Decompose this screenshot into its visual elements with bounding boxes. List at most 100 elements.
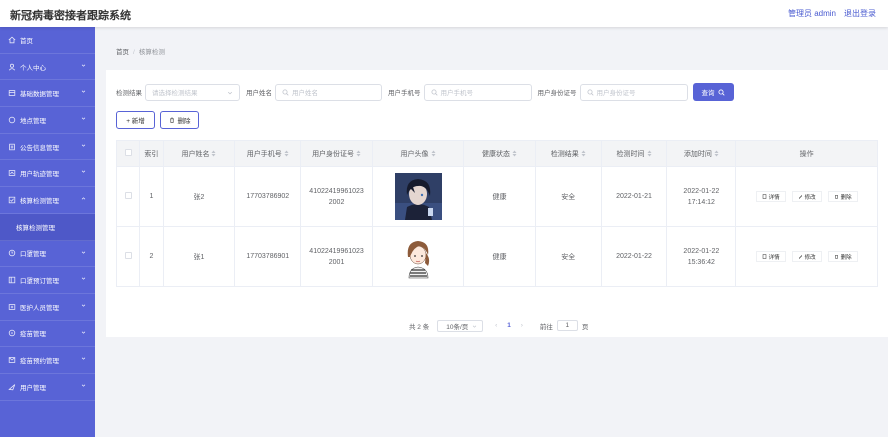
sidebar-item-mask-order[interactable]: 口罩预订管理 (0, 267, 95, 294)
chevron-down-icon (81, 277, 86, 280)
detail-button[interactable]: 详情 (755, 191, 786, 202)
test-icon (8, 196, 16, 204)
name-cell: 张1 (162, 226, 236, 287)
add-button[interactable]: + 新增 (116, 111, 155, 129)
sidebar-item-test-management[interactable]: 核算检测管理 (0, 187, 95, 214)
sidebar-item-label: 核算检测管理 (20, 197, 59, 205)
batch-delete-label: 删除 (177, 118, 191, 125)
chevron-up-icon (81, 197, 86, 200)
sort-icon[interactable] (211, 150, 216, 157)
column-header-label: 检测结果 (550, 150, 579, 158)
column-header-label: 操作 (799, 150, 814, 158)
column-header-label: 用户手机号 (246, 150, 282, 158)
sidebar-item-track[interactable]: 用户轨迹管理 (0, 160, 95, 188)
column-header[interactable]: 检测时间 (600, 140, 668, 167)
edit-icon (798, 195, 802, 199)
next-page-icon[interactable]: › (518, 322, 526, 329)
sidebar-item-base-data[interactable]: 基础数据管理 (0, 80, 95, 108)
prev-page-icon[interactable]: ‹ (492, 322, 500, 329)
order-icon (8, 276, 16, 284)
column-header[interactable]: 用户头像 (371, 140, 465, 167)
health-cell: 健康 (463, 166, 536, 227)
sort-icon[interactable] (647, 150, 652, 157)
select-all-checkbox[interactable] (124, 149, 132, 156)
chevron-down-icon (227, 91, 233, 94)
column-header: 操作 (735, 140, 878, 167)
sidebar-item-users[interactable]: 用户管理 (0, 374, 95, 401)
delete-button[interactable]: 删除 (827, 191, 858, 202)
delete-label: 删除 (840, 254, 852, 261)
row-select-cell[interactable] (115, 166, 141, 227)
current-page[interactable]: 1 (507, 322, 511, 329)
sort-icon[interactable] (714, 150, 719, 157)
main-content: 首页 / 核算检测 检测结果 请选择检测结果 用户姓名 用户姓名 用户手机号 用户手… (95, 27, 888, 437)
sort-icon[interactable] (284, 150, 289, 157)
sidebar-item-medical-staff[interactable]: 医护人员管理 (0, 294, 95, 321)
sort-icon[interactable] (581, 150, 586, 157)
column-header[interactable]: 添加时间 (666, 140, 737, 167)
avatar[interactable] (394, 233, 442, 280)
column-header[interactable]: 健康状态 (463, 140, 536, 167)
sidebar-item-vaccine[interactable]: 疫苗管理 (0, 321, 95, 348)
id-placeholder: 用户身份证号 (596, 90, 636, 97)
edit-button[interactable]: 修改 (791, 251, 822, 262)
column-header[interactable]: 用户身份证号 (300, 140, 373, 167)
chevron-down-icon (81, 144, 86, 147)
batch-delete-button[interactable]: 删除 (160, 111, 199, 129)
row-select-cell[interactable] (115, 226, 141, 287)
chevron-down-icon (81, 357, 86, 360)
column-header-label: 检测时间 (616, 150, 645, 158)
edit-button[interactable]: 修改 (791, 191, 822, 202)
sidebar-item-notice[interactable]: 公告信息管理 (0, 134, 95, 161)
sidebar-item-mask[interactable]: 口罩管理 (0, 241, 95, 268)
track-icon (8, 169, 16, 177)
sort-icon[interactable] (512, 150, 517, 157)
edit-icon (798, 255, 802, 259)
column-header[interactable]: 用户手机号 (234, 140, 302, 167)
index-cell: 2 (139, 226, 164, 287)
select-all-cell[interactable] (115, 140, 141, 167)
id-card-text: 410224199610232001 (309, 247, 364, 266)
result-label: 检测结果 (116, 90, 142, 97)
sidebar-item-personal-center[interactable]: 个人中心 (0, 54, 95, 81)
test-date-cell: 2022-01-21 (600, 166, 668, 227)
query-button[interactable]: 查询 (692, 83, 734, 101)
vaccine-icon (8, 329, 16, 337)
id-input[interactable]: 用户身份证号 (579, 83, 688, 101)
sidebar-subitem-test[interactable]: 核算检测管理 (0, 213, 95, 241)
row-checkbox[interactable] (124, 192, 132, 199)
sort-icon[interactable] (356, 150, 361, 157)
page-size-select[interactable]: 10条/页 (437, 319, 484, 332)
avatar[interactable] (394, 173, 442, 220)
location-icon (8, 116, 16, 124)
sidebar-item-location[interactable]: 地点管理 (0, 107, 95, 134)
table-row: 1 张2 17703786902 410224199610232002 健康 安… (115, 166, 878, 227)
result-select[interactable]: 请选择检测结果 (145, 83, 240, 101)
add-time-cell: 2022-01-22 15:36:42 (666, 226, 737, 287)
id-card-cell: 410224199610232001 (300, 226, 373, 287)
document-icon (762, 254, 766, 259)
sidebar-item-label: 用户管理 (20, 384, 46, 392)
sidebar-item-label: 个人中心 (20, 64, 46, 72)
logout-link[interactable]: 退出登录 (844, 8, 876, 19)
goto-page-input[interactable]: 1 (556, 320, 578, 331)
result-select-placeholder: 请选择检测结果 (152, 90, 198, 97)
search-form: 检测结果 请选择检测结果 用户姓名 用户姓名 用户手机号 用户手机号 用户身份证… (116, 82, 734, 102)
breadcrumb-home[interactable]: 首页 (116, 49, 129, 56)
add-time-cell: 2022-01-22 17:14:12 (666, 166, 737, 227)
sidebar-item-label: 疫苗管理 (20, 331, 46, 339)
current-user: 管理员 admin (787, 9, 836, 18)
sidebar-item-vaccine-appointment[interactable]: 疫苗预约管理 (0, 347, 95, 374)
sort-icon[interactable] (431, 150, 436, 157)
phone-label: 用户手机号 (388, 90, 421, 97)
name-input[interactable]: 用户姓名 (275, 83, 382, 101)
column-header[interactable]: 检测结果 (534, 140, 602, 167)
column-header[interactable]: 用户姓名 (162, 140, 236, 167)
detail-button[interactable]: 详情 (755, 251, 786, 262)
row-checkbox[interactable] (124, 252, 132, 259)
sidebar-item-home[interactable]: 首页 (0, 27, 95, 54)
phone-input[interactable]: 用户手机号 (423, 83, 532, 101)
query-button-label: 查询 (701, 90, 715, 97)
delete-button[interactable]: 删除 (827, 251, 858, 262)
delete-label: 删除 (840, 194, 852, 201)
